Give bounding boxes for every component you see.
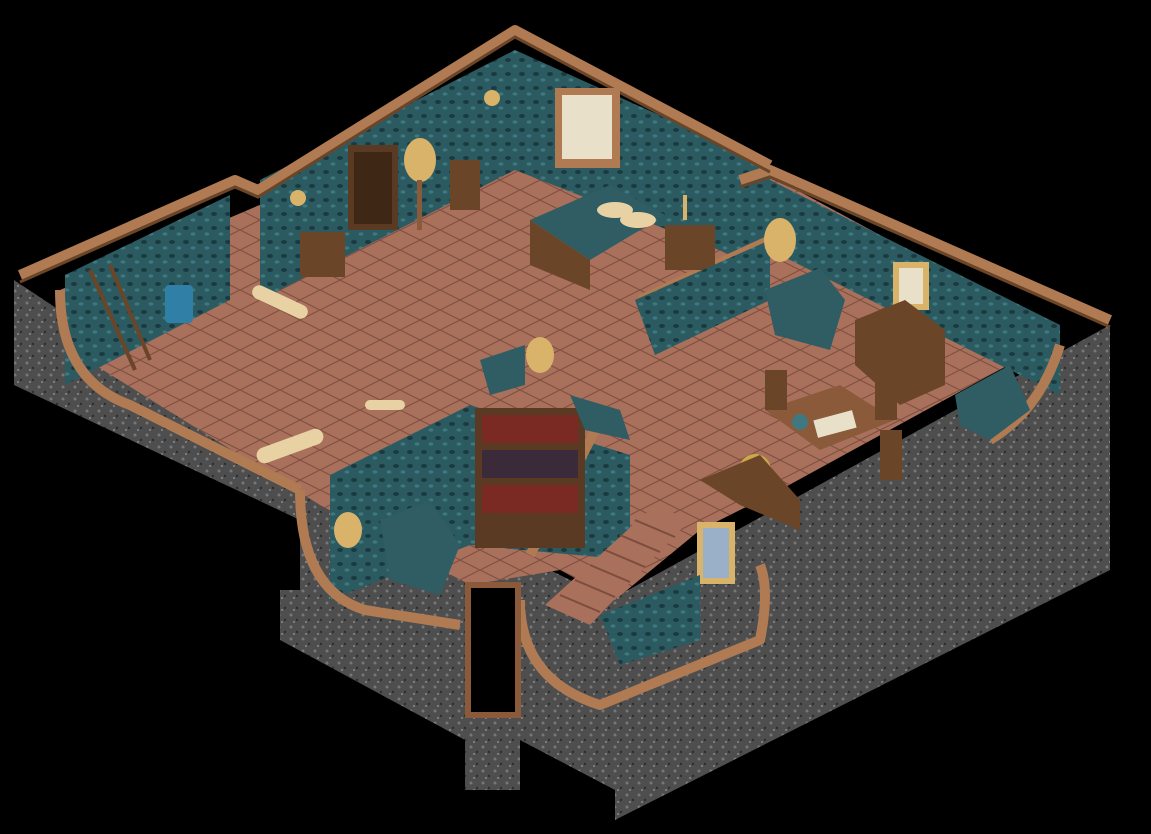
wall-sconce [290,190,306,206]
chair [880,430,902,480]
isometric-house-scene [14,25,1113,820]
wall-sconce [484,90,500,106]
chair [450,160,480,210]
floor-lamp [404,138,436,182]
chair [765,370,787,410]
candle [683,195,687,220]
doorway [465,582,521,718]
table-lamp [334,512,362,548]
floor-lamp [764,218,796,262]
nightstand [300,232,345,277]
chair [875,380,897,420]
table-lamp [526,337,554,373]
wallpaper-roll [365,400,405,410]
nightstand [665,225,715,270]
paint-bucket [165,285,193,323]
